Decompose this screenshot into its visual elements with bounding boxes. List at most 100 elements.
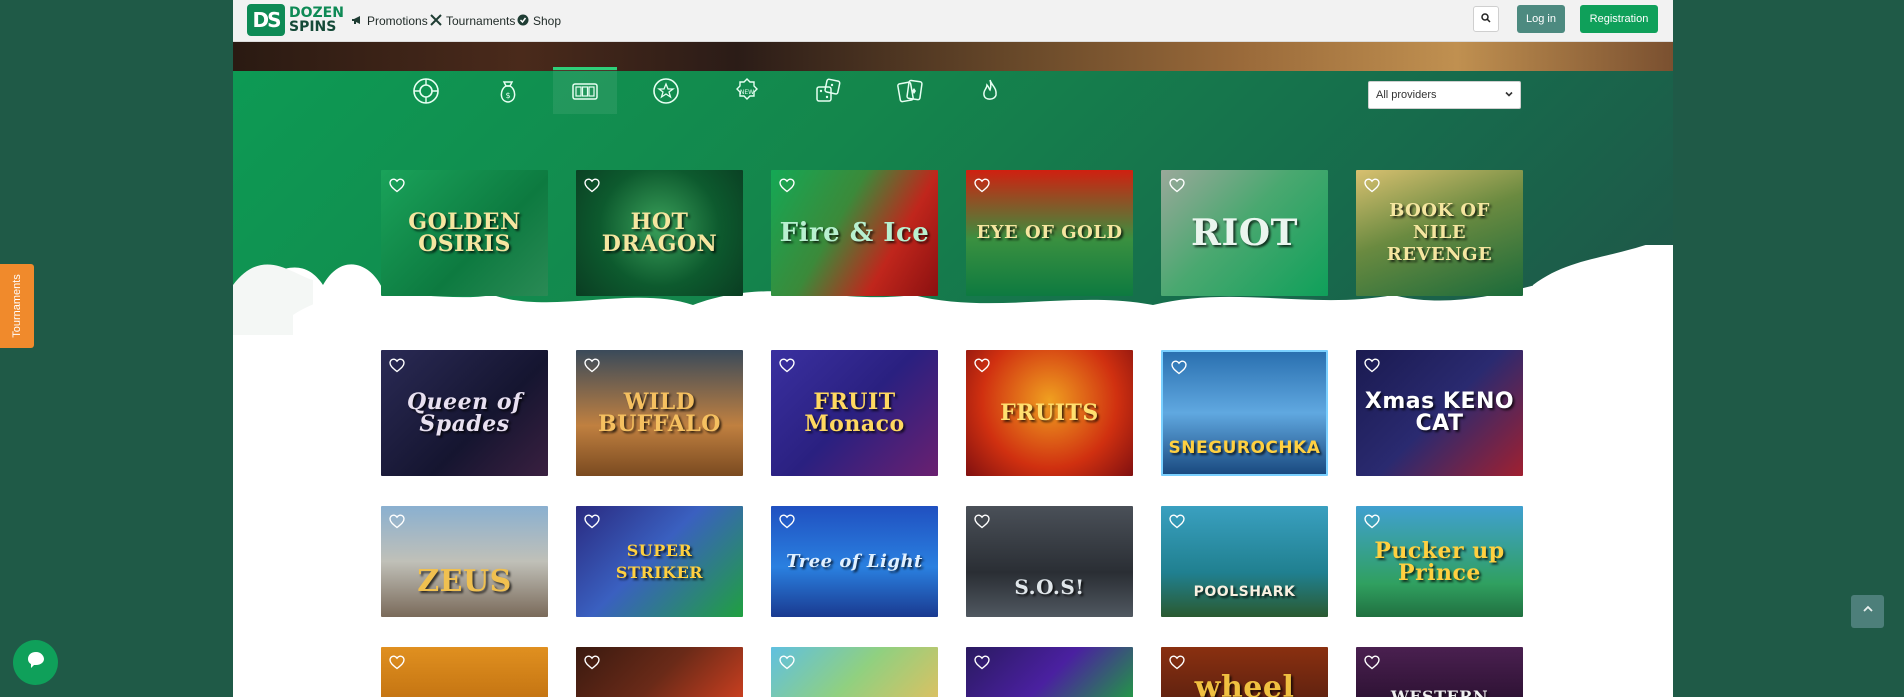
game-card[interactable]: wheel (1161, 647, 1328, 697)
logo-mark: DS (247, 4, 285, 36)
heart-icon[interactable] (389, 514, 405, 529)
heart-icon[interactable] (389, 358, 405, 373)
game-card[interactable]: FRUIT Monaco (771, 350, 938, 476)
game-title: S.O.S! (1014, 574, 1085, 599)
game-card[interactable]: FRUITS (966, 350, 1133, 476)
game-title: wheel (1194, 670, 1295, 697)
game-card[interactable]: BOOK OF NILE REVENGE (1356, 170, 1523, 296)
heart-icon[interactable] (1364, 178, 1380, 193)
heart-icon[interactable] (1171, 360, 1187, 375)
heart-icon[interactable] (1364, 514, 1380, 529)
game-card[interactable]: Fire & Ice (771, 170, 938, 296)
game-title: ZEUS (417, 563, 512, 599)
game-title: Fire & Ice (779, 218, 930, 248)
game-title: Queen of Spades (407, 389, 522, 437)
game-card[interactable]: RIOT (1161, 170, 1328, 296)
game-card[interactable]: EYE OF GOLD (966, 170, 1133, 296)
logo-text-top: DOZEN (289, 5, 344, 21)
heart-icon[interactable] (779, 358, 795, 373)
scroll-to-top-button[interactable] (1851, 595, 1884, 628)
game-card[interactable]: HOT DRAGON (576, 170, 743, 296)
game-title: SNEGUROCHKA (1168, 438, 1321, 458)
category-hot[interactable] (973, 76, 1007, 110)
game-title: FRUITS (1000, 400, 1099, 426)
category-slots[interactable] (568, 76, 602, 110)
heart-icon[interactable] (1364, 655, 1380, 670)
flame-icon (976, 77, 1004, 110)
category-popular[interactable] (649, 76, 683, 110)
svg-text:NEW: NEW (740, 89, 754, 96)
category-table-games[interactable] (811, 76, 845, 110)
game-card[interactable] (966, 647, 1133, 697)
heart-icon[interactable] (779, 514, 795, 529)
game-card[interactable]: Xmas KENO CAT (1356, 350, 1523, 476)
providers-select[interactable]: All providers (1368, 81, 1521, 109)
nav-shop[interactable]: Shop (517, 13, 561, 29)
nav-promotions[interactable]: Promotions (351, 13, 428, 29)
search-button[interactable] (1473, 6, 1499, 32)
logo-text-bottom: SPINS (289, 19, 337, 35)
game-card[interactable]: WESTERN (1356, 647, 1523, 697)
main-column: DS DOZEN SPINS Promotions Tournaments Sh… (233, 0, 1673, 697)
game-card[interactable]: SNEGUROCHKA (1161, 350, 1328, 476)
tournaments-side-tab[interactable]: Tournaments (0, 264, 34, 348)
game-title: POOLSHARK (1193, 583, 1296, 600)
tournaments-side-tab-label: Tournaments (11, 274, 23, 338)
game-card[interactable]: S.O.S! (966, 506, 1133, 617)
heart-icon[interactable] (1169, 514, 1185, 529)
heart-icon[interactable] (974, 514, 990, 529)
heart-icon[interactable] (584, 514, 600, 529)
game-title: Pucker up Prince (1374, 537, 1505, 586)
heart-icon[interactable] (389, 655, 405, 670)
logo-text: DOZEN SPINS (289, 6, 344, 34)
game-card[interactable] (576, 647, 743, 697)
game-card[interactable] (771, 647, 938, 697)
logo[interactable]: DS DOZEN SPINS (247, 3, 344, 37)
search-icon (1481, 10, 1491, 28)
dice-icon (814, 77, 842, 110)
category-card-games[interactable] (893, 76, 927, 110)
game-card[interactable]: Pucker up Prince (1356, 506, 1523, 617)
heart-icon[interactable] (779, 655, 795, 670)
megaphone-icon (351, 14, 363, 29)
heart-icon[interactable] (584, 178, 600, 193)
chevron-up-icon (1861, 602, 1875, 621)
game-title: FRUIT Monaco (804, 389, 905, 437)
game-card[interactable]: Tree of Light (771, 506, 938, 617)
game-title: BOOK OF NILE REVENGE (1386, 200, 1493, 265)
check-badge-icon (517, 14, 529, 29)
login-button[interactable]: Log in (1517, 5, 1565, 33)
category-new[interactable]: NEW (730, 76, 764, 110)
game-title: HOT DRAGON (601, 209, 718, 257)
heart-icon[interactable] (1169, 655, 1185, 670)
heart-icon[interactable] (974, 178, 990, 193)
game-card[interactable]: ZEUS (381, 506, 548, 617)
nav-shop-label: Shop (533, 14, 562, 28)
heart-icon[interactable] (584, 358, 600, 373)
category-all-games[interactable] (409, 76, 443, 110)
game-title: WESTERN (1390, 687, 1489, 697)
nav-promotions-label: Promotions (367, 14, 428, 28)
game-card[interactable]: WILD BUFFALO (576, 350, 743, 476)
heart-icon[interactable] (779, 178, 795, 193)
category-active-indicator (553, 67, 617, 70)
heart-icon[interactable] (974, 358, 990, 373)
heart-icon[interactable] (1169, 178, 1185, 193)
game-card[interactable]: GOLDEN OSIRIS (381, 170, 548, 296)
heart-icon[interactable] (584, 655, 600, 670)
chat-button[interactable] (13, 640, 58, 685)
registration-button[interactable]: Registration (1580, 5, 1658, 33)
game-title: RIOT (1191, 212, 1298, 254)
heart-icon[interactable] (1364, 358, 1380, 373)
nav-tournaments[interactable]: Tournaments (430, 13, 515, 29)
new-badge-icon: NEW (733, 77, 761, 110)
heart-icon[interactable] (389, 178, 405, 193)
game-card[interactable]: Queen of Spades (381, 350, 548, 476)
game-card[interactable] (381, 647, 548, 697)
category-jackpot[interactable]: $ (491, 76, 525, 110)
game-title: WILD BUFFALO (598, 389, 721, 437)
game-card[interactable]: SUPER STRIKER (576, 506, 743, 617)
game-title: GOLDEN OSIRIS (408, 209, 521, 257)
game-card[interactable]: POOLSHARK (1161, 506, 1328, 617)
heart-icon[interactable] (974, 655, 990, 670)
